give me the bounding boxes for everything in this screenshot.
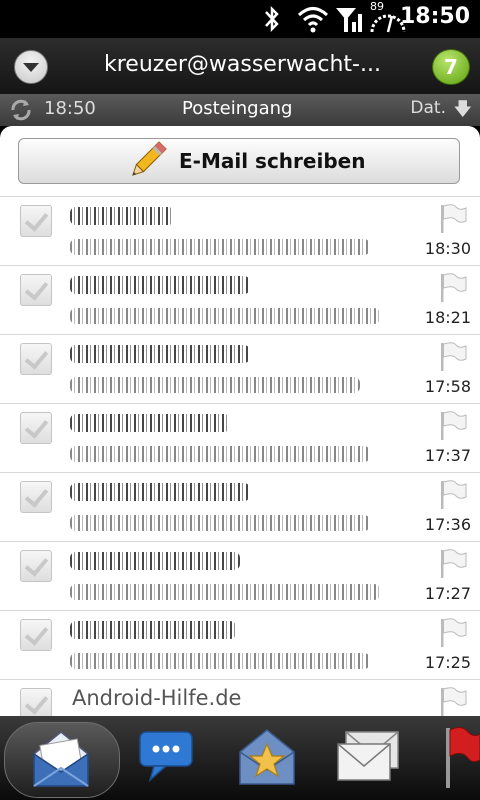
compose-email-button[interactable]: E-Mail schreiben [18, 138, 460, 184]
wifi-icon [297, 7, 329, 33]
message-time: 17:25 [424, 653, 471, 672]
flag-icon[interactable] [438, 410, 468, 442]
message-row[interactable]: 17:58 [0, 334, 480, 403]
account-name[interactable]: kreuzer@wasserwacht-... [104, 52, 381, 77]
account-header: kreuzer@wasserwacht-... 7 [0, 38, 480, 94]
bottom-toolbar [0, 716, 480, 800]
message-list: E-Mail schreiben 18:30 18:21 17:58 17:37… [0, 126, 480, 716]
message-time: 17:27 [424, 584, 471, 603]
message-checkbox[interactable] [20, 688, 52, 716]
message-time: 17:36 [424, 515, 471, 534]
message-checkbox[interactable] [20, 550, 52, 582]
message-time: 17:37 [424, 446, 471, 465]
redacted-subject [70, 515, 370, 531]
sync-time: 18:50 [44, 98, 96, 119]
flag-icon[interactable] [438, 479, 468, 511]
flag-icon[interactable] [438, 341, 468, 373]
message-row[interactable]: 17:37 [0, 403, 480, 472]
message-time: 18:21 [424, 308, 471, 327]
redacted-subject [70, 653, 370, 669]
message-time: 18:30 [424, 239, 471, 258]
message-time: 17:58 [424, 377, 471, 396]
pencil-icon [132, 141, 167, 176]
favorites-icon[interactable] [236, 724, 298, 788]
flag-icon[interactable] [438, 686, 468, 716]
redacted-sender [70, 621, 236, 639]
message-row[interactable]: 18:21 [0, 265, 480, 334]
sync-icon[interactable] [8, 98, 34, 122]
message-row[interactable]: 17:36 [0, 472, 480, 541]
flag-icon[interactable] [438, 548, 468, 580]
sort-down-icon[interactable]: 🡇 [453, 97, 472, 127]
redacted-sender [70, 207, 174, 225]
message-checkbox[interactable] [20, 481, 52, 513]
message-checkbox[interactable] [20, 412, 52, 444]
folder-title: Posteingang [182, 98, 293, 119]
redacted-subject [70, 239, 370, 255]
flag-icon[interactable] [438, 272, 468, 304]
message-checkbox[interactable] [20, 343, 52, 375]
message-checkbox[interactable] [20, 205, 52, 237]
signal-icon [336, 8, 362, 32]
message-row[interactable]: 18:30 [0, 196, 480, 265]
sort-label[interactable]: Dat. [410, 98, 446, 118]
redacted-subject [70, 308, 380, 324]
flag-icon[interactable] [438, 617, 468, 649]
redacted-sender [70, 345, 250, 363]
conversations-icon[interactable] [134, 724, 198, 786]
folder-bar: 18:50 Posteingang Dat. 🡇 [0, 94, 480, 126]
message-row[interactable]: 17:27 [0, 541, 480, 610]
account-dropdown-button[interactable] [14, 50, 48, 84]
message-checkbox[interactable] [20, 619, 52, 651]
bluetooth-icon [265, 5, 279, 33]
status-bar: 89 18:50 [0, 0, 480, 38]
unread-count-badge: 7 [432, 49, 470, 85]
compose-email-label: E-Mail schreiben [179, 149, 366, 173]
redacted-subject [70, 377, 360, 393]
redacted-sender [70, 414, 230, 432]
redacted-sender [70, 276, 250, 294]
message-row[interactable]: Android-Hilfe.de [0, 679, 480, 716]
redacted-sender [70, 483, 250, 501]
redacted-subject [70, 446, 370, 462]
status-time: 18:50 [399, 4, 470, 29]
flagged-icon[interactable] [440, 724, 480, 790]
message-row[interactable]: 17:25 [0, 610, 480, 679]
redacted-sender [70, 552, 240, 570]
inbox-icon[interactable] [30, 724, 92, 790]
flag-icon[interactable] [438, 203, 468, 235]
redacted-subject [70, 584, 380, 600]
message-checkbox[interactable] [20, 274, 52, 306]
all-mail-icon[interactable] [336, 724, 402, 786]
message-sender: Android-Hilfe.de [72, 686, 242, 710]
